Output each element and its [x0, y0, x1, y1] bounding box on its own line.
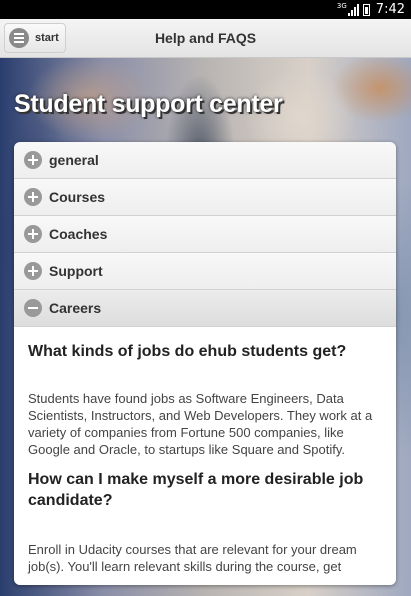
start-button-label: start — [35, 32, 59, 44]
plus-icon — [24, 225, 42, 243]
status-bar: 3G 7:42 — [0, 0, 411, 19]
faq-accordion: general Courses Coaches Support Careers … — [14, 142, 396, 585]
plus-icon — [24, 151, 42, 169]
accordion-item-general[interactable]: general — [14, 142, 396, 179]
accordion-item-label: Courses — [49, 189, 106, 205]
accordion-item-coaches[interactable]: Coaches — [14, 216, 396, 253]
signal-icon — [347, 3, 359, 16]
plus-icon — [24, 188, 42, 206]
careers-content: What kinds of jobs do ehub students get?… — [14, 327, 396, 585]
status-time: 7:42 — [375, 2, 405, 17]
accordion-item-label: general — [49, 152, 99, 168]
faq-answer: Enroll in Udacity courses that are relev… — [28, 542, 357, 574]
plus-icon — [24, 262, 42, 280]
app-header: Help and FAQS start — [0, 19, 411, 58]
minus-icon — [24, 299, 42, 317]
accordion-item-support[interactable]: Support — [14, 253, 396, 290]
faq-question: What kinds of jobs do ehub students get? — [28, 343, 347, 360]
hero-title: Student support center — [14, 90, 283, 118]
accordion-item-label: Coaches — [49, 226, 108, 242]
battery-icon — [362, 3, 370, 16]
faq-question: How can I make myself a more desirable j… — [28, 471, 364, 509]
network-type: 3G — [336, 1, 347, 10]
accordion-item-label: Support — [49, 263, 103, 279]
menu-icon — [9, 28, 29, 48]
faq-answer: Students have found jobs as Software Eng… — [28, 391, 373, 457]
accordion-item-careers[interactable]: Careers — [14, 290, 396, 327]
start-button[interactable]: start — [4, 23, 66, 53]
accordion-item-label: Careers — [49, 300, 102, 316]
accordion-item-courses[interactable]: Courses — [14, 179, 396, 216]
